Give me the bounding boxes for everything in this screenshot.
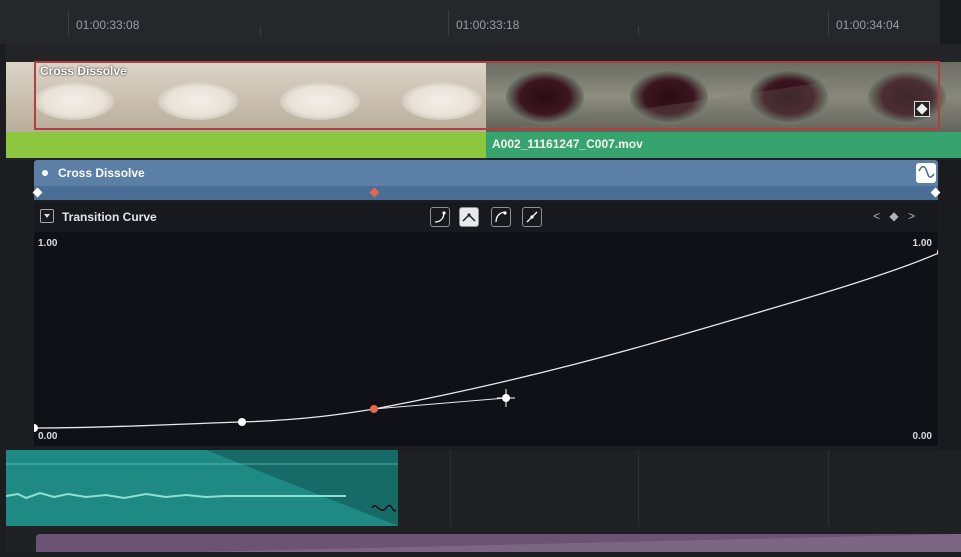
curve-editor-title: Transition Curve bbox=[62, 210, 157, 224]
collapse-icon[interactable] bbox=[40, 209, 54, 223]
ease-in-icon[interactable] bbox=[430, 207, 450, 227]
ruler-timecode-2: 01:00:33:18 bbox=[456, 18, 520, 32]
ruler-tick bbox=[68, 10, 69, 36]
curve-point-start bbox=[34, 424, 38, 432]
ruler-tick bbox=[260, 26, 261, 36]
clip-a-bar[interactable] bbox=[6, 132, 486, 158]
ruler-tick bbox=[638, 26, 639, 36]
ease-out-icon[interactable] bbox=[491, 207, 511, 227]
transition-curve-plot[interactable] bbox=[34, 232, 938, 446]
curve-point-end bbox=[937, 249, 938, 255]
ruler-timecode-3: 01:00:34:04 bbox=[836, 18, 900, 32]
bezier-handle-point-drag bbox=[497, 389, 515, 407]
audio-clip[interactable] bbox=[5, 450, 398, 526]
curve-editor-toggle-icon[interactable] bbox=[916, 163, 936, 183]
transition-header[interactable]: Cross Dissolve bbox=[34, 160, 938, 186]
keyframe-selected[interactable] bbox=[369, 187, 380, 198]
ruler-timecode-1: 01:00:33:08 bbox=[76, 18, 140, 32]
bezier-handle-point bbox=[238, 418, 246, 426]
transition-clip-label: Cross Dissolve bbox=[40, 64, 127, 78]
keyframe-end[interactable] bbox=[930, 187, 941, 198]
ruler-tick bbox=[448, 10, 449, 36]
video-track: Cross Dissolve A002_11161247_C007.mov bbox=[6, 44, 961, 160]
bezier-handle-line bbox=[373, 397, 507, 410]
clip-b-bar[interactable]: A002_11161247_C007.mov bbox=[486, 132, 961, 158]
curve-point-selected bbox=[370, 405, 378, 413]
purple-clip[interactable] bbox=[36, 534, 961, 552]
linear-icon[interactable] bbox=[522, 207, 542, 227]
ruler-tick bbox=[828, 10, 829, 36]
curve-editor: Transition Curve < ◆ > 1.00 1.00 0.00 0.… bbox=[34, 202, 938, 446]
transition-clip[interactable] bbox=[34, 61, 940, 130]
transition-header-title: Cross Dissolve bbox=[58, 166, 145, 180]
keyframe-lane[interactable] bbox=[32, 186, 941, 200]
clip-b-name: A002_11161247_C007.mov bbox=[492, 137, 643, 151]
audio-waveform bbox=[5, 450, 398, 526]
timeline-ruler[interactable]: 01:00:33:08 01:00:33:18 01:00:34:04 bbox=[0, 0, 961, 44]
keyframe-badge-icon[interactable] bbox=[914, 101, 930, 117]
keyframe-navigation[interactable]: < ◆ > bbox=[873, 209, 918, 223]
audio-lane-empty bbox=[398, 450, 961, 526]
ease-both-icon[interactable] bbox=[459, 207, 479, 227]
curve-editor-toolbar: Transition Curve < ◆ > bbox=[34, 202, 938, 232]
bullet-icon bbox=[42, 170, 48, 176]
transition-curve-line bbox=[34, 252, 938, 429]
keyframe-start[interactable] bbox=[32, 187, 43, 198]
